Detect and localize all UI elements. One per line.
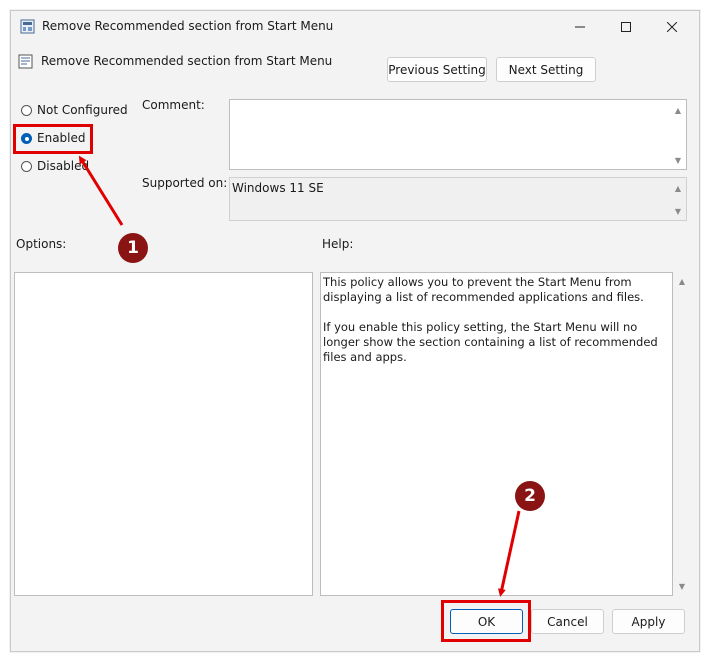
radio-circle bbox=[21, 104, 32, 116]
cancel-button[interactable]: Cancel bbox=[531, 609, 604, 634]
comment-label: Comment: bbox=[142, 98, 205, 112]
maximize-icon bbox=[621, 22, 631, 32]
step-1-badge: 1 bbox=[118, 233, 148, 263]
minimize-button[interactable] bbox=[558, 14, 602, 40]
help-panel: This policy allows you to prevent the St… bbox=[320, 272, 673, 596]
scroll-up-icon[interactable]: ▲ bbox=[677, 276, 687, 286]
scroll-down-icon[interactable]: ▼ bbox=[673, 155, 683, 165]
close-icon bbox=[667, 22, 677, 32]
help-text: This policy allows you to prevent the St… bbox=[323, 275, 670, 380]
close-button[interactable] bbox=[650, 14, 694, 40]
supported-on-field: Windows 11 SE ▲ ▼ bbox=[229, 177, 687, 221]
comment-textarea[interactable]: ▲ ▼ bbox=[229, 99, 687, 170]
step-2-badge: 2 bbox=[515, 481, 545, 511]
radio-label: Not Configured bbox=[37, 103, 128, 117]
help-label: Help: bbox=[322, 237, 354, 251]
radio-not-configured[interactable]: Not Configured bbox=[21, 103, 128, 117]
policy-editor-icon bbox=[20, 19, 35, 34]
radio-circle-selected bbox=[21, 132, 32, 144]
next-setting-button[interactable]: Next Setting bbox=[496, 57, 596, 82]
window-title: Remove Recommended section from Start Me… bbox=[42, 19, 334, 33]
scroll-up-icon[interactable]: ▲ bbox=[673, 105, 683, 115]
ok-button[interactable]: OK bbox=[450, 609, 523, 634]
radio-label: Disabled bbox=[37, 159, 90, 173]
policy-setting-icon bbox=[18, 54, 33, 69]
supported-on-label: Supported on: bbox=[142, 176, 228, 190]
maximize-button[interactable] bbox=[604, 14, 648, 40]
supported-on-value: Windows 11 SE bbox=[232, 181, 324, 195]
help-paragraph: If you enable this policy setting, the S… bbox=[323, 320, 658, 364]
radio-label: Enabled bbox=[37, 131, 86, 145]
apply-button[interactable]: Apply bbox=[612, 609, 685, 634]
radio-enabled[interactable]: Enabled bbox=[21, 131, 86, 145]
options-panel bbox=[14, 272, 313, 596]
radio-circle bbox=[21, 160, 32, 172]
minimize-icon bbox=[575, 26, 585, 28]
group-policy-dialog: Remove Recommended section from Start Me… bbox=[10, 10, 700, 652]
scroll-down-icon[interactable]: ▼ bbox=[673, 206, 683, 216]
setting-title: Remove Recommended section from Start Me… bbox=[41, 54, 333, 68]
scroll-up-icon[interactable]: ▲ bbox=[673, 183, 683, 193]
radio-disabled[interactable]: Disabled bbox=[21, 159, 89, 173]
options-label: Options: bbox=[16, 237, 67, 251]
title-bar[interactable]: Remove Recommended section from Start Me… bbox=[11, 11, 699, 42]
previous-setting-button[interactable]: Previous Setting bbox=[387, 57, 487, 82]
scroll-down-icon[interactable]: ▼ bbox=[677, 581, 687, 591]
help-paragraph: This policy allows you to prevent the St… bbox=[323, 275, 644, 304]
